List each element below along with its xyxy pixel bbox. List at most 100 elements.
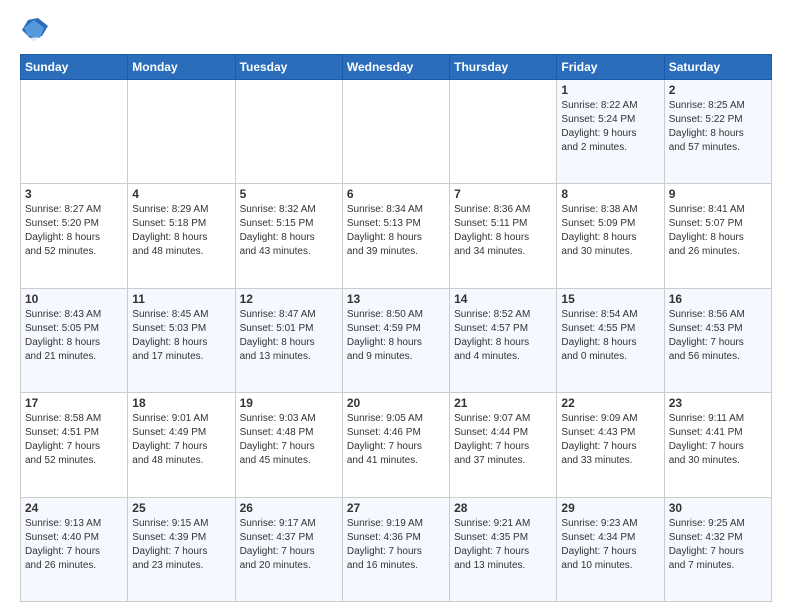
day-number: 13 <box>347 292 445 306</box>
calendar-cell-4-1: 17 Sunrise: 8:58 AMSunset: 4:51 PMDayligh… <box>21 393 128 497</box>
day-number: 24 <box>25 501 123 515</box>
day-info: Sunrise: 9:05 AMSunset: 4:46 PMDaylight:… <box>347 412 445 468</box>
day-number: 16 <box>669 292 767 306</box>
header <box>20 16 772 44</box>
calendar-cell-2-2: 4 Sunrise: 8:29 AMSunset: 5:18 PMDaylight… <box>128 184 235 288</box>
logo-icon <box>20 16 48 44</box>
calendar-cell-3-4: 13Sunrise: 8:50 AMSunset: 4:59 PMDayligh… <box>342 288 449 392</box>
day-number: 9 <box>669 187 767 201</box>
calendar-cell-4-6: 22Sunrise: 9:09 AMSunset: 4:43 PMDayligh… <box>557 393 664 497</box>
day-number: 29 <box>561 501 659 515</box>
day-number: 8 <box>561 187 659 201</box>
day-number: 2 <box>669 83 767 97</box>
day-info: Sunrise: 8:36 AMSunset: 5:11 PMDaylight:… <box>454 203 552 259</box>
calendar-cell-1-2 <box>128 80 235 184</box>
day-info: Sunrise: 8:45 AMSunset: 5:03 PMDaylight:… <box>132 308 230 364</box>
day-info: Sunrise: 8:22 AMSunset: 5:24 PMDaylight:… <box>561 99 659 155</box>
calendar-cell-1-6: 1 Sunrise: 8:22 AMSunset: 5:24 PMDaylight… <box>557 80 664 184</box>
calendar-cell-4-7: 23 Sunrise: 9:11 AMSunset: 4:41 PMDayligh… <box>664 393 771 497</box>
day-info: Sunrise: 8:25 AMSunset: 5:22 PMDaylight:… <box>669 99 767 155</box>
calendar-cell-1-7: 2 Sunrise: 8:25 AMSunset: 5:22 PMDaylight… <box>664 80 771 184</box>
day-info: Sunrise: 9:23 AMSunset: 4:34 PMDaylight:… <box>561 517 659 573</box>
day-info: Sunrise: 9:15 AMSunset: 4:39 PMDaylight:… <box>132 517 230 573</box>
day-info: Sunrise: 8:38 AMSunset: 5:09 PMDaylight:… <box>561 203 659 259</box>
day-info: Sunrise: 9:13 AMSunset: 4:40 PMDaylight:… <box>25 517 123 573</box>
calendar-cell-4-5: 21 Sunrise: 9:07 AMSunset: 4:44 PMDayligh… <box>450 393 557 497</box>
calendar-cell-2-4: 6 Sunrise: 8:34 AMSunset: 5:13 PMDaylight… <box>342 184 449 288</box>
calendar-cell-3-1: 10Sunrise: 8:43 AMSunset: 5:05 PMDayligh… <box>21 288 128 392</box>
calendar-cell-5-7: 30 Sunrise: 9:25 AMSunset: 4:32 PMDayligh… <box>664 497 771 601</box>
day-number: 27 <box>347 501 445 515</box>
day-number: 7 <box>454 187 552 201</box>
calendar-cell-1-5 <box>450 80 557 184</box>
calendar-week-5: 24 Sunrise: 9:13 AMSunset: 4:40 PMDayligh… <box>21 497 772 601</box>
calendar-cell-1-4 <box>342 80 449 184</box>
calendar-cell-4-3: 19 Sunrise: 9:03 AMSunset: 4:48 PMDayligh… <box>235 393 342 497</box>
day-number: 25 <box>132 501 230 515</box>
day-info: Sunrise: 9:17 AMSunset: 4:37 PMDaylight:… <box>240 517 338 573</box>
weekday-friday: Friday <box>557 55 664 80</box>
calendar-cell-5-5: 28Sunrise: 9:21 AMSunset: 4:35 PMDayligh… <box>450 497 557 601</box>
day-number: 18 <box>132 396 230 410</box>
day-info: Sunrise: 8:43 AMSunset: 5:05 PMDaylight:… <box>25 308 123 364</box>
calendar-cell-2-1: 3 Sunrise: 8:27 AMSunset: 5:20 PMDaylight… <box>21 184 128 288</box>
day-number: 1 <box>561 83 659 97</box>
day-info: Sunrise: 8:47 AMSunset: 5:01 PMDaylight:… <box>240 308 338 364</box>
day-number: 23 <box>669 396 767 410</box>
day-info: Sunrise: 9:19 AMSunset: 4:36 PMDaylight:… <box>347 517 445 573</box>
day-number: 19 <box>240 396 338 410</box>
calendar-cell-4-2: 18 Sunrise: 9:01 AMSunset: 4:49 PMDayligh… <box>128 393 235 497</box>
weekday-saturday: Saturday <box>664 55 771 80</box>
day-info: Sunrise: 8:52 AMSunset: 4:57 PMDaylight:… <box>454 308 552 364</box>
day-number: 14 <box>454 292 552 306</box>
weekday-sunday: Sunday <box>21 55 128 80</box>
calendar-cell-5-1: 24 Sunrise: 9:13 AMSunset: 4:40 PMDayligh… <box>21 497 128 601</box>
calendar-cell-5-6: 29 Sunrise: 9:23 AMSunset: 4:34 PMDayligh… <box>557 497 664 601</box>
day-number: 17 <box>25 396 123 410</box>
day-info: Sunrise: 8:27 AMSunset: 5:20 PMDaylight:… <box>25 203 123 259</box>
day-number: 11 <box>132 292 230 306</box>
day-number: 26 <box>240 501 338 515</box>
day-number: 3 <box>25 187 123 201</box>
calendar-cell-5-2: 25 Sunrise: 9:15 AMSunset: 4:39 PMDayligh… <box>128 497 235 601</box>
day-info: Sunrise: 9:25 AMSunset: 4:32 PMDaylight:… <box>669 517 767 573</box>
calendar-cell-3-5: 14 Sunrise: 8:52 AMSunset: 4:57 PMDayligh… <box>450 288 557 392</box>
calendar-cell-3-3: 12 Sunrise: 8:47 AMSunset: 5:01 PMDayligh… <box>235 288 342 392</box>
day-info: Sunrise: 9:03 AMSunset: 4:48 PMDaylight:… <box>240 412 338 468</box>
calendar-cell-5-4: 27 Sunrise: 9:19 AMSunset: 4:36 PMDayligh… <box>342 497 449 601</box>
day-number: 4 <box>132 187 230 201</box>
calendar-cell-3-6: 15 Sunrise: 8:54 AMSunset: 4:55 PMDayligh… <box>557 288 664 392</box>
day-number: 30 <box>669 501 767 515</box>
day-info: Sunrise: 9:01 AMSunset: 4:49 PMDaylight:… <box>132 412 230 468</box>
calendar-cell-2-5: 7 Sunrise: 8:36 AMSunset: 5:11 PMDaylight… <box>450 184 557 288</box>
logo <box>20 16 52 44</box>
day-info: Sunrise: 8:58 AMSunset: 4:51 PMDaylight:… <box>25 412 123 468</box>
day-number: 28 <box>454 501 552 515</box>
calendar-week-3: 10Sunrise: 8:43 AMSunset: 5:05 PMDayligh… <box>21 288 772 392</box>
weekday-monday: Monday <box>128 55 235 80</box>
page: SundayMondayTuesdayWednesdayThursdayFrid… <box>0 0 792 612</box>
day-info: Sunrise: 8:54 AMSunset: 4:55 PMDaylight:… <box>561 308 659 364</box>
day-number: 12 <box>240 292 338 306</box>
calendar-cell-2-3: 5Sunrise: 8:32 AMSunset: 5:15 PMDaylight… <box>235 184 342 288</box>
day-info: Sunrise: 9:09 AMSunset: 4:43 PMDaylight:… <box>561 412 659 468</box>
day-number: 15 <box>561 292 659 306</box>
calendar-cell-2-7: 9 Sunrise: 8:41 AMSunset: 5:07 PMDaylight… <box>664 184 771 288</box>
day-number: 6 <box>347 187 445 201</box>
calendar-cell-1-3 <box>235 80 342 184</box>
weekday-wednesday: Wednesday <box>342 55 449 80</box>
day-number: 20 <box>347 396 445 410</box>
calendar-cell-2-6: 8 Sunrise: 8:38 AMSunset: 5:09 PMDaylight… <box>557 184 664 288</box>
day-info: Sunrise: 8:41 AMSunset: 5:07 PMDaylight:… <box>669 203 767 259</box>
day-info: Sunrise: 9:11 AMSunset: 4:41 PMDaylight:… <box>669 412 767 468</box>
calendar-week-2: 3 Sunrise: 8:27 AMSunset: 5:20 PMDaylight… <box>21 184 772 288</box>
calendar-week-4: 17 Sunrise: 8:58 AMSunset: 4:51 PMDayligh… <box>21 393 772 497</box>
day-number: 5 <box>240 187 338 201</box>
day-info: Sunrise: 8:29 AMSunset: 5:18 PMDaylight:… <box>132 203 230 259</box>
day-number: 21 <box>454 396 552 410</box>
weekday-tuesday: Tuesday <box>235 55 342 80</box>
day-info: Sunrise: 9:07 AMSunset: 4:44 PMDaylight:… <box>454 412 552 468</box>
day-info: Sunrise: 8:34 AMSunset: 5:13 PMDaylight:… <box>347 203 445 259</box>
calendar-week-1: 1 Sunrise: 8:22 AMSunset: 5:24 PMDaylight… <box>21 80 772 184</box>
weekday-thursday: Thursday <box>450 55 557 80</box>
